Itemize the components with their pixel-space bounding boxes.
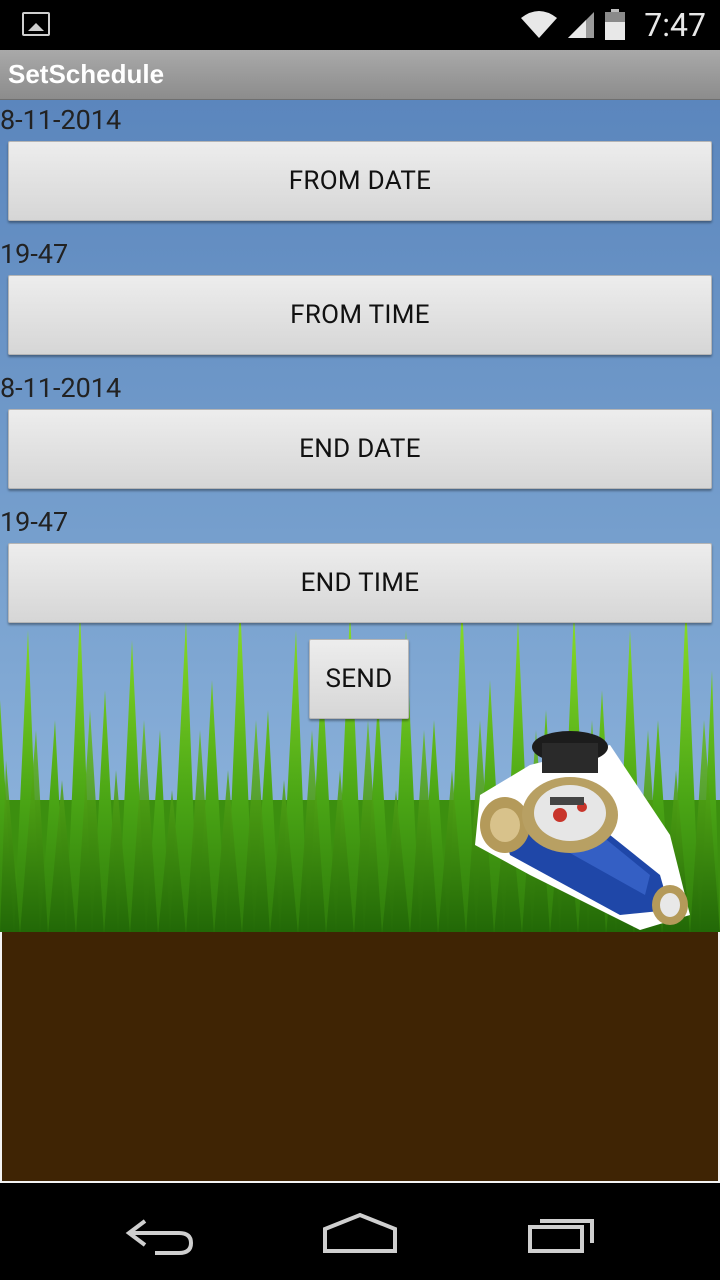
navigation-bar: [0, 1183, 720, 1280]
end-time-value: 19-47: [0, 506, 69, 538]
end-date-value: 8-11-2014: [0, 372, 122, 404]
wifi-icon: [521, 11, 558, 38]
image-notification-icon: [22, 12, 50, 36]
end-time-button[interactable]: END TIME: [8, 543, 712, 623]
battery-icon: [605, 9, 626, 40]
water-meter-image: [475, 731, 690, 930]
home-icon[interactable]: [315, 1203, 405, 1263]
status-bar: 7:47: [0, 0, 720, 50]
send-button[interactable]: SEND: [309, 639, 409, 719]
from-time-value: 19-47: [0, 238, 69, 270]
status-icons: 7:47: [520, 0, 706, 50]
recent-apps-icon[interactable]: [518, 1203, 608, 1263]
clock: 7:47: [644, 6, 706, 44]
page-title: SetSchedule: [8, 59, 165, 89]
back-icon[interactable]: [115, 1203, 205, 1263]
soil-panel: [0, 932, 720, 1183]
from-time-button[interactable]: FROM TIME: [8, 275, 712, 355]
from-date-value: 8-11-2014: [0, 104, 122, 136]
schedule-screen: 8-11-2014 FROM DATE 19-47 FROM TIME 8-11…: [0, 100, 720, 1183]
from-date-button[interactable]: FROM DATE: [8, 141, 712, 221]
cell-signal-icon: [568, 12, 595, 38]
action-bar: SetSchedule: [0, 50, 720, 100]
end-date-button[interactable]: END DATE: [8, 409, 712, 489]
